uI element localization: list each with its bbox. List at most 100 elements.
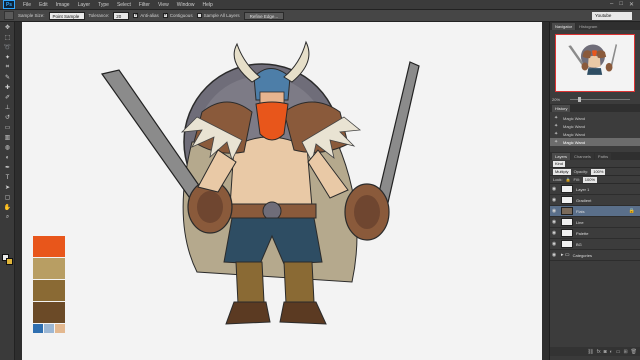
eye-icon[interactable]: ◉ xyxy=(550,241,558,247)
layer-row[interactable]: ◉ Palette xyxy=(550,228,640,239)
tab-navigator[interactable]: Navigator xyxy=(552,23,576,30)
contiguous-option[interactable]: Contiguous xyxy=(162,12,193,18)
stamp-tool-icon[interactable]: ⊥ xyxy=(2,103,13,112)
move-tool-icon[interactable]: ✥ xyxy=(2,23,13,32)
trash-icon[interactable]: 🗑 xyxy=(631,349,637,355)
eyedropper-tool-icon[interactable]: ✎ xyxy=(2,73,13,82)
navigator-zoom[interactable]: 20% xyxy=(552,97,560,102)
type-tool-icon[interactable]: T xyxy=(2,173,13,182)
new-layer-icon[interactable]: ⊞ xyxy=(623,349,627,355)
palette-swatch-light-blue xyxy=(44,324,54,333)
lock-icon: 🔒 xyxy=(628,208,635,214)
history-item[interactable]: ✦ Magic Wand xyxy=(550,114,640,122)
sample-all-layers-option[interactable]: Sample All Layers xyxy=(196,13,240,18)
tolerance-input[interactable]: 20 xyxy=(113,11,130,20)
canvas-area xyxy=(15,22,549,360)
fill-input[interactable]: 100% xyxy=(582,176,598,183)
shape-tool-icon[interactable]: ▢ xyxy=(2,193,13,202)
adjustment-icon[interactable]: ◐ xyxy=(610,349,613,355)
menu-view[interactable]: View xyxy=(154,0,173,10)
blend-mode-select[interactable]: Multiply xyxy=(553,168,571,175)
antialias-checkbox[interactable] xyxy=(133,12,138,18)
menu-help[interactable]: Help xyxy=(199,0,217,10)
tab-layers[interactable]: Layers xyxy=(552,153,571,160)
marquee-tool-icon[interactable]: ⬚ xyxy=(2,33,13,42)
sample-all-layers-checkbox[interactable] xyxy=(196,13,202,18)
menu-image[interactable]: Image xyxy=(52,0,74,10)
contiguous-checkbox[interactable] xyxy=(162,12,168,18)
layer-kind-filter[interactable]: Kind xyxy=(553,160,566,167)
eye-icon[interactable]: ◉ xyxy=(550,208,558,214)
layer-group-row[interactable]: ◉ ▸ ▭ Categories xyxy=(550,250,640,261)
menu-select[interactable]: Select xyxy=(113,0,135,10)
layer-name: BG xyxy=(576,241,582,247)
history-item[interactable]: ✦ Magic Wand xyxy=(550,122,640,130)
history-brush-tool-icon[interactable]: ↺ xyxy=(2,113,13,122)
workspace-switcher[interactable]: Youtube xyxy=(592,11,632,20)
document-canvas[interactable] xyxy=(22,22,542,360)
layer-row[interactable]: ◉ Layer 1 xyxy=(550,184,640,195)
layer-thumbnail xyxy=(561,185,573,193)
palette-swatch-orange xyxy=(33,236,65,257)
layer-row[interactable]: ◉ BG xyxy=(550,239,640,250)
magic-wand-tool-icon[interactable]: ✦ xyxy=(2,53,13,62)
eye-icon[interactable]: ◉ xyxy=(550,230,558,236)
menu-edit[interactable]: Edit xyxy=(35,0,52,10)
eye-icon[interactable]: ◉ xyxy=(550,252,558,258)
lasso-tool-icon[interactable]: ➰ xyxy=(2,43,13,52)
tab-paths[interactable]: Paths xyxy=(594,153,612,160)
blur-tool-icon[interactable]: ◍ xyxy=(2,143,13,152)
layer-row[interactable]: ◉ Gradient xyxy=(550,195,640,206)
pen-tool-icon[interactable]: ✒ xyxy=(2,163,13,172)
sample-size-label: Sample Size: xyxy=(18,13,45,18)
mask-icon[interactable]: ◙ xyxy=(604,349,607,355)
history-item-current[interactable]: ✦ Magic Wand xyxy=(550,138,640,146)
refine-edge-button[interactable]: Refine Edge... xyxy=(243,11,285,20)
antialias-option[interactable]: Anti-alias xyxy=(133,12,159,18)
maximize-icon[interactable]: □ xyxy=(619,1,623,8)
layer-row[interactable]: ◉ Line xyxy=(550,217,640,228)
crop-tool-icon[interactable]: ⌗ xyxy=(2,63,13,72)
history-item-label: Magic Wand xyxy=(563,123,586,129)
minimize-icon[interactable]: – xyxy=(610,1,613,8)
eraser-tool-icon[interactable]: ▭ xyxy=(2,123,13,132)
zoom-tool-icon[interactable]: ⌕ xyxy=(2,213,13,222)
menu-file[interactable]: File xyxy=(19,0,35,10)
layer-name: Gradient xyxy=(576,197,592,203)
dodge-tool-icon[interactable]: ◐ xyxy=(2,153,13,162)
layer-name: Flats xyxy=(576,208,585,214)
eye-icon[interactable]: ◉ xyxy=(550,186,558,192)
menu-layer[interactable]: Layer xyxy=(74,0,95,10)
healing-tool-icon[interactable]: ✚ xyxy=(2,83,13,92)
path-select-tool-icon[interactable]: ➤ xyxy=(2,183,13,192)
tab-history[interactable]: History xyxy=(552,105,571,112)
layer-thumbnail xyxy=(561,218,573,226)
fx-icon[interactable]: fx xyxy=(597,349,601,355)
background-color-swatch[interactable] xyxy=(6,258,13,265)
link-layers-icon[interactable]: ⛓ xyxy=(587,349,593,355)
color-palette xyxy=(33,236,65,333)
magic-wand-icon: ✦ xyxy=(554,130,559,137)
menu-filter[interactable]: Filter xyxy=(135,0,154,10)
folder-icon[interactable]: ▭ xyxy=(616,349,621,355)
tab-channels[interactable]: Channels xyxy=(571,153,594,160)
sample-size-select[interactable]: Point Sample xyxy=(48,11,85,20)
magic-wand-icon: ✦ xyxy=(554,114,559,121)
gradient-tool-icon[interactable]: ▥ xyxy=(2,133,13,142)
hand-tool-icon[interactable]: ✋ xyxy=(2,203,13,212)
lock-icon[interactable]: 🔒 xyxy=(566,177,571,182)
history-item[interactable]: ✦ Magic Wand xyxy=(550,130,640,138)
opacity-input[interactable]: 100% xyxy=(591,168,606,175)
close-icon[interactable]: ✕ xyxy=(629,1,634,8)
layer-row-selected[interactable]: ◉ Flats 🔒 xyxy=(550,206,640,217)
navigator-preview[interactable] xyxy=(555,34,635,92)
menu-window[interactable]: Window xyxy=(173,0,199,10)
eye-icon[interactable]: ◉ xyxy=(550,197,558,203)
menu-type[interactable]: Type xyxy=(94,0,113,10)
layers-tabs: Layers Channels Paths xyxy=(550,152,640,160)
eye-icon[interactable]: ◉ xyxy=(550,219,558,225)
navigator-zoom-knob[interactable] xyxy=(578,97,581,102)
tool-preset-picker[interactable] xyxy=(4,11,14,20)
tab-histogram[interactable]: Histogram xyxy=(576,23,601,30)
brush-tool-icon[interactable]: ✐ xyxy=(2,93,13,102)
